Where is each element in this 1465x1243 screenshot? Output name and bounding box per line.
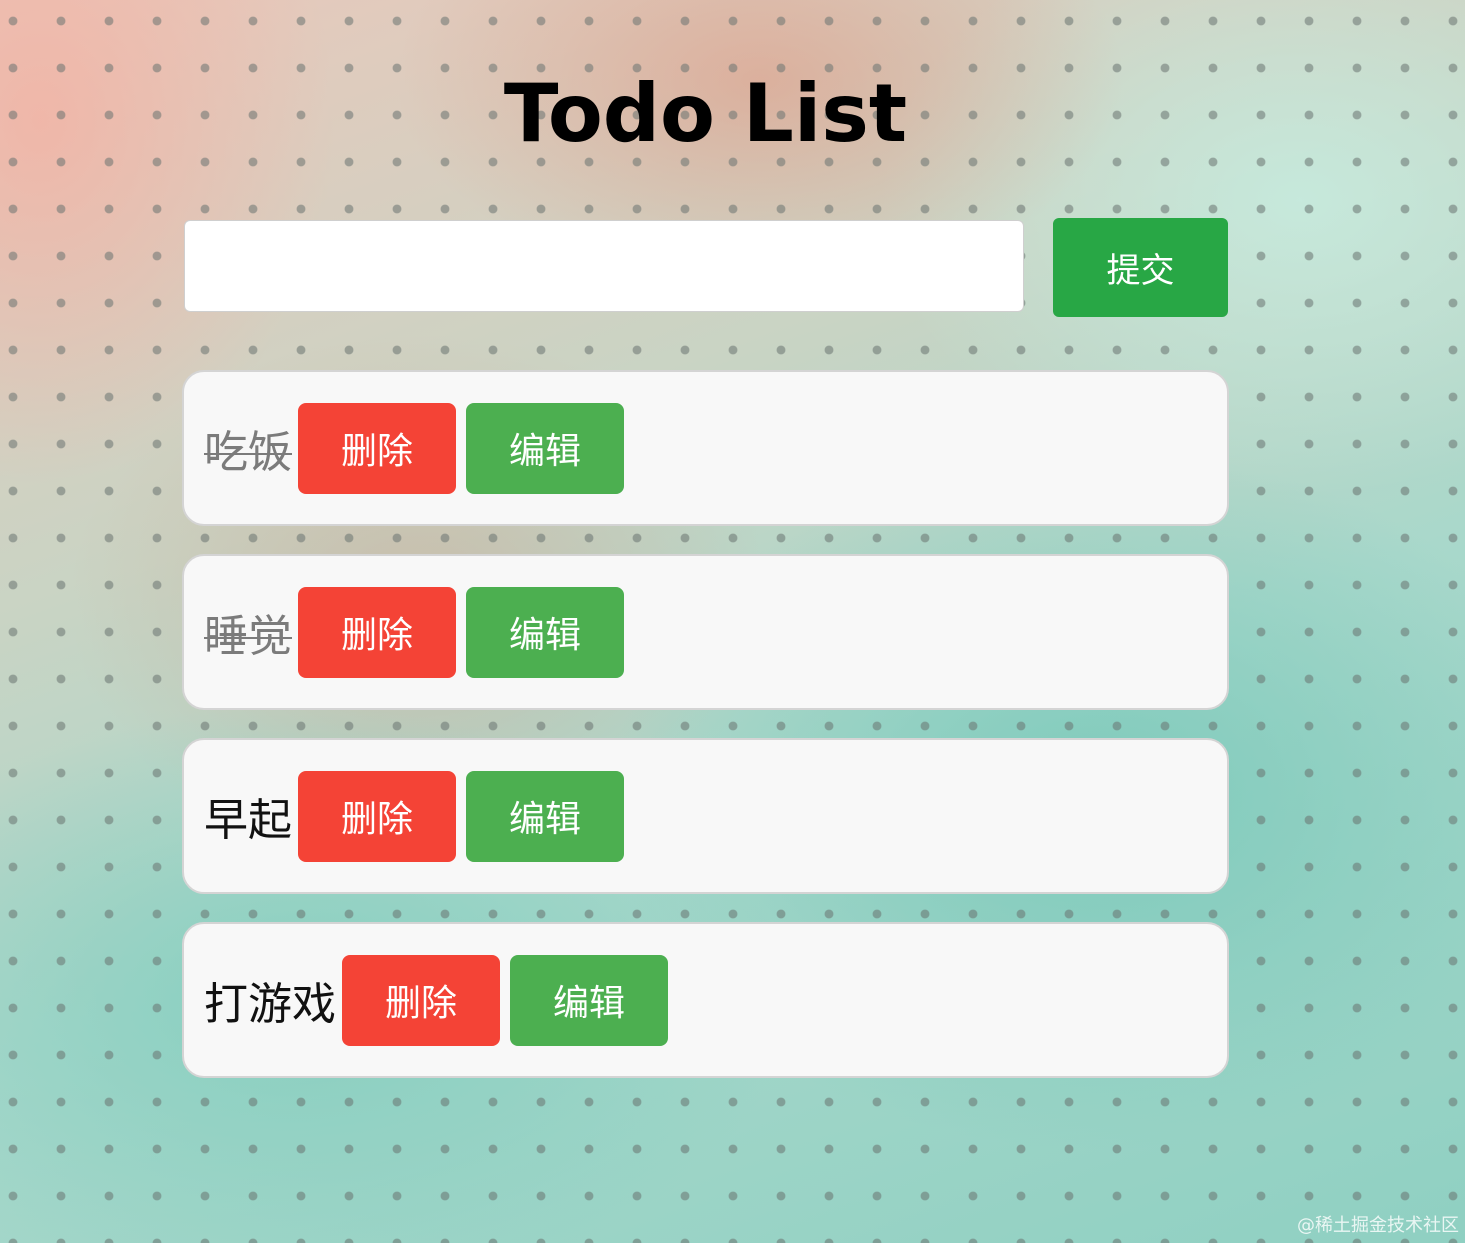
- submit-button[interactable]: 提交: [1053, 218, 1228, 317]
- todo-item-text[interactable]: 吃饭: [204, 416, 292, 480]
- watermark: @稀土掘金技术社区: [1297, 1215, 1459, 1236]
- add-todo-form: 提交: [182, 218, 1229, 317]
- delete-button[interactable]: 删除: [298, 770, 456, 862]
- todo-item: 睡觉 删除 编辑: [182, 554, 1229, 710]
- delete-button[interactable]: 删除: [298, 402, 456, 494]
- delete-button[interactable]: 删除: [298, 586, 456, 678]
- todo-input[interactable]: [184, 220, 1024, 312]
- delete-button[interactable]: 删除: [342, 954, 500, 1046]
- todo-item-text[interactable]: 打游戏: [204, 968, 336, 1032]
- todo-item: 吃饭 删除 编辑: [182, 370, 1229, 526]
- edit-button[interactable]: 编辑: [510, 954, 668, 1046]
- page-title: Todo List: [503, 67, 908, 160]
- edit-button[interactable]: 编辑: [466, 770, 624, 862]
- edit-button[interactable]: 编辑: [466, 402, 624, 494]
- todo-list: 吃饭 删除 编辑 睡觉 删除 编辑 早起 删除 编辑 打游戏 删除 编辑: [182, 370, 1229, 1106]
- todo-item-text[interactable]: 睡觉: [204, 600, 292, 664]
- todo-item: 打游戏 删除 编辑: [182, 922, 1229, 1078]
- todo-item: 早起 删除 编辑: [182, 738, 1229, 894]
- todo-item-text[interactable]: 早起: [204, 784, 292, 848]
- edit-button[interactable]: 编辑: [466, 586, 624, 678]
